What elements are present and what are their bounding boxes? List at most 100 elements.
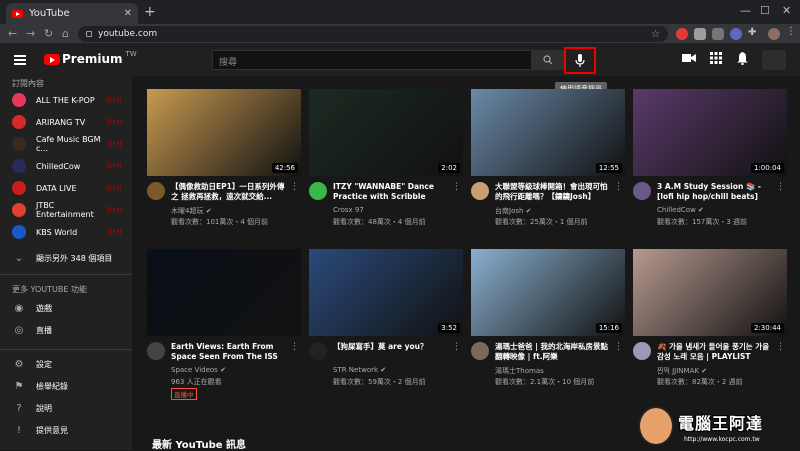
extension-doc-icon[interactable] bbox=[712, 28, 724, 40]
settings-item[interactable]: ⚙ 設定 bbox=[0, 354, 132, 374]
reload-icon[interactable]: ↻ bbox=[44, 27, 53, 40]
video-title[interactable]: 3 A.M Study Session 📚 - [lofi hip hop/ch… bbox=[657, 182, 775, 202]
video-duration: 3:52 bbox=[438, 323, 460, 333]
video-title[interactable]: 🍂 가을 냄새가 들어올 풍기는 가을 감성 노래 모음 | PLAYLIST bbox=[657, 342, 775, 362]
video-card[interactable]: Earth Views: Earth From Space Seen From … bbox=[147, 249, 301, 400]
subscription-item[interactable]: Cafe Music BGM c... ((•)) bbox=[0, 134, 132, 154]
video-card[interactable]: 12:55 大聯盟等級球棒開箱！會出現可怕的飛行距離嗎？【鑄鑄Josh】 台南J… bbox=[471, 89, 625, 240]
feedback-icon: ! bbox=[16, 424, 21, 436]
search-input[interactable]: 搜尋 bbox=[212, 50, 532, 70]
video-thumbnail[interactable]: 1:00:04 bbox=[633, 89, 787, 176]
settings-label: 提供意見 bbox=[36, 425, 68, 435]
account-avatar[interactable] bbox=[762, 50, 786, 70]
video-title[interactable]: ITZY "WANNABE" Dance Practice with Scrib… bbox=[333, 182, 451, 202]
feature-item[interactable]: ◎ 直播 bbox=[0, 320, 132, 340]
subscription-item[interactable]: ARIRANG TV ((•)) bbox=[0, 112, 132, 132]
video-channel[interactable]: STR Network ✔ bbox=[333, 366, 386, 374]
url-text: youtube.com bbox=[98, 29, 158, 39]
video-title[interactable]: 【偶像救助日EP1】一日系列外傳 之 拯救再拯救，遠次就交給... bbox=[171, 182, 289, 202]
settings-item[interactable]: ⚑ 檢舉紀錄 bbox=[0, 376, 132, 396]
extension-profile-icon[interactable] bbox=[730, 28, 742, 40]
video-channel[interactable]: Crosx 97 bbox=[333, 206, 364, 214]
more-options-icon[interactable]: ⋮ bbox=[452, 342, 461, 352]
extension-box-icon[interactable] bbox=[694, 28, 706, 40]
video-thumbnail[interactable]: 12:55 bbox=[471, 89, 625, 176]
channel-avatar[interactable] bbox=[471, 342, 489, 360]
live-badge: 直播中 bbox=[171, 388, 197, 400]
video-card[interactable]: 42:56 【偶像救助日EP1】一日系列外傳 之 拯救再拯救，遠次就交給... … bbox=[147, 89, 301, 240]
channel-avatar[interactable] bbox=[309, 342, 327, 360]
more-options-icon[interactable]: ⋮ bbox=[290, 342, 299, 352]
video-thumbnail[interactable]: 3:52 bbox=[309, 249, 463, 336]
extension-s-icon[interactable] bbox=[676, 28, 688, 40]
youtube-premium-logo[interactable]: Premium TW bbox=[44, 50, 137, 66]
more-options-icon[interactable]: ⋮ bbox=[614, 342, 623, 352]
video-channel[interactable]: 台南Josh ✔ bbox=[495, 206, 532, 216]
video-stats: 觀看次數：2.1萬次・10 個月前 bbox=[495, 378, 595, 386]
video-card[interactable]: 2:02 ITZY "WANNABE" Dance Practice with … bbox=[309, 89, 463, 240]
video-title[interactable]: 湯瑪士爸爸 | 我的北海岸私房景點翻轉映像 | ft.阿樂 bbox=[495, 342, 613, 362]
subscription-item[interactable]: DATA LIVE ((•)) bbox=[0, 178, 132, 198]
video-title[interactable]: Earth Views: Earth From Space Seen From … bbox=[171, 342, 289, 362]
video-channel[interactable]: 찐먹 JJINMAK ✔ bbox=[657, 366, 707, 376]
subscription-label: ARIRANG TV bbox=[36, 117, 86, 127]
more-options-icon[interactable]: ⋮ bbox=[290, 182, 299, 192]
section-heading: 最新 YouTube 訊息 bbox=[152, 440, 247, 451]
video-thumbnail[interactable]: 2:02 bbox=[309, 89, 463, 176]
video-card[interactable]: 15:16 湯瑪士爸爸 | 我的北海岸私房景點翻轉映像 | ft.阿樂 湯瑪士T… bbox=[471, 249, 625, 400]
video-thumbnail[interactable]: 2:30:44 bbox=[633, 249, 787, 336]
address-bar[interactable]: youtube.com ☆ bbox=[78, 26, 668, 42]
back-arrow-icon[interactable]: ← bbox=[8, 27, 17, 40]
minimize-icon[interactable]: — bbox=[740, 4, 751, 17]
settings-item[interactable]: ! 提供意見 bbox=[0, 420, 132, 440]
subscription-item[interactable]: ALL THE K-POP ((•)) bbox=[0, 90, 132, 110]
puzzle-icon[interactable]: ✚ bbox=[748, 27, 760, 39]
forward-arrow-icon[interactable]: → bbox=[26, 27, 35, 40]
bookmark-star-icon[interactable]: ☆ bbox=[651, 29, 660, 40]
channel-avatar[interactable] bbox=[147, 182, 165, 200]
show-more-button[interactable]: ⌄ 顯示另外 348 個項目 bbox=[0, 248, 132, 268]
video-channel[interactable]: Space Videos ✔ bbox=[171, 366, 226, 374]
video-channel[interactable]: 湯瑪士Thomas bbox=[495, 366, 544, 376]
subscription-item[interactable]: KBS World ((•)) bbox=[0, 222, 132, 242]
create-video-icon[interactable] bbox=[682, 52, 696, 64]
browser-menu-icon[interactable]: ⋮ bbox=[786, 26, 798, 38]
video-title[interactable]: 【狗屎寫手】莫 are you？ bbox=[333, 342, 451, 352]
home-icon[interactable]: ⌂ bbox=[62, 27, 69, 40]
subscription-item[interactable]: ChilledCow ((•)) bbox=[0, 156, 132, 176]
subscription-item[interactable]: JTBC Entertainment ((•)) bbox=[0, 200, 132, 220]
channel-avatar[interactable] bbox=[633, 342, 651, 360]
video-channel[interactable]: 木曜4超玩 ✔ bbox=[171, 206, 212, 216]
video-thumbnail[interactable] bbox=[147, 249, 301, 336]
channel-avatar[interactable] bbox=[147, 342, 165, 360]
video-channel[interactable]: ChilledCow ✔ bbox=[657, 206, 704, 214]
video-card[interactable]: 3:52 【狗屎寫手】莫 are you？ STR Network ✔ 觀看次數… bbox=[309, 249, 463, 400]
more-options-icon[interactable]: ⋮ bbox=[776, 342, 785, 352]
more-options-icon[interactable]: ⋮ bbox=[776, 182, 785, 192]
browser-tab[interactable]: YouTube ✕ bbox=[6, 3, 138, 24]
video-card[interactable]: 2:30:44 🍂 가을 냄새가 들어올 풍기는 가을 감성 노래 모음 | P… bbox=[633, 249, 787, 400]
settings-item[interactable]: ? 說明 bbox=[0, 398, 132, 418]
hamburger-menu-icon[interactable] bbox=[14, 55, 26, 65]
channel-avatar bbox=[12, 115, 26, 129]
new-tab-button[interactable]: + bbox=[144, 4, 156, 20]
video-card[interactable]: 1:00:04 3 A.M Study Session 📚 - [lofi hi… bbox=[633, 89, 787, 240]
apps-grid-icon[interactable] bbox=[710, 52, 722, 64]
notifications-bell-icon[interactable] bbox=[737, 52, 748, 65]
channel-avatar bbox=[12, 181, 26, 195]
video-thumbnail[interactable]: 15:16 bbox=[471, 249, 625, 336]
feature-item[interactable]: ◉ 遊戲 bbox=[0, 298, 132, 318]
tab-close-icon[interactable]: ✕ bbox=[124, 8, 132, 19]
video-title[interactable]: 大聯盟等級球棒開箱！會出現可怕的飛行距離嗎？【鑄鑄Josh】 bbox=[495, 182, 613, 202]
voice-search-button[interactable] bbox=[564, 47, 596, 74]
video-thumbnail[interactable]: 42:56 bbox=[147, 89, 301, 176]
more-options-icon[interactable]: ⋮ bbox=[614, 182, 623, 192]
search-button[interactable] bbox=[532, 50, 564, 70]
channel-avatar[interactable] bbox=[633, 182, 651, 200]
channel-avatar[interactable] bbox=[471, 182, 489, 200]
browser-avatar[interactable] bbox=[768, 28, 780, 40]
maximize-icon[interactable]: ☐ bbox=[760, 4, 770, 17]
channel-avatar[interactable] bbox=[309, 182, 327, 200]
more-options-icon[interactable]: ⋮ bbox=[452, 182, 461, 192]
window-close-icon[interactable]: ✕ bbox=[782, 4, 791, 17]
